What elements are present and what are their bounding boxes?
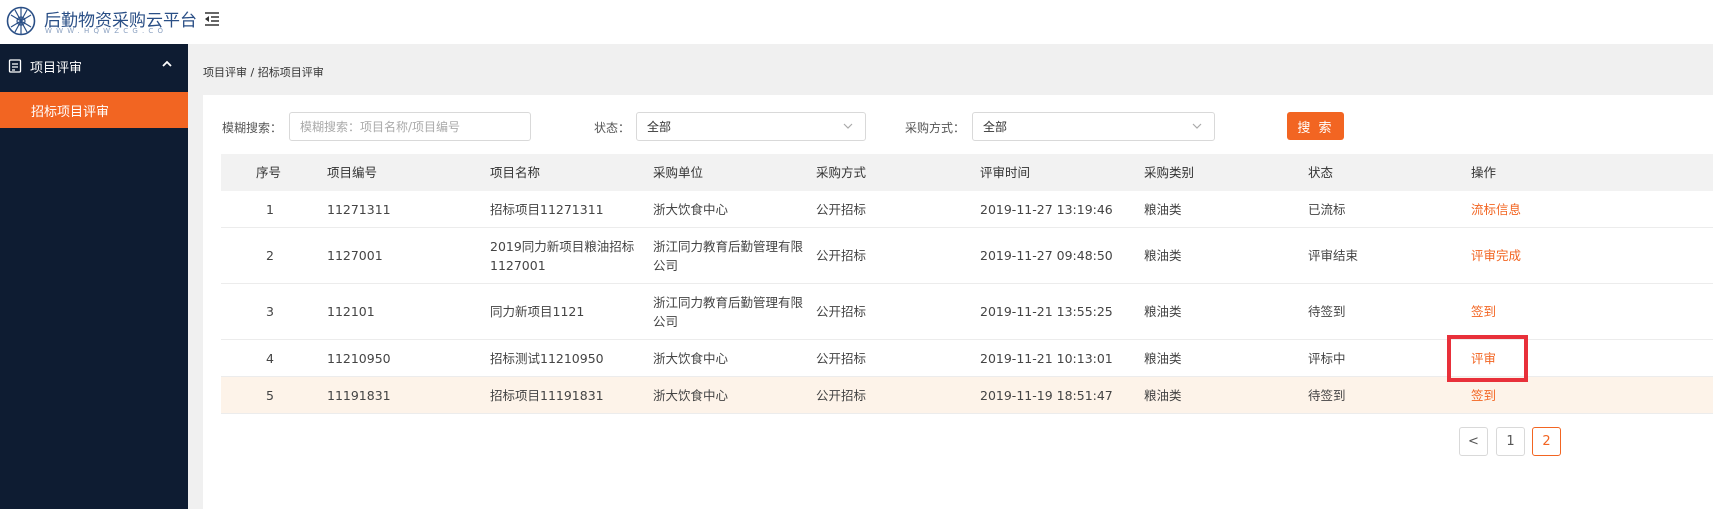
cell-no: 2 [266,248,274,263]
purchase-method-select[interactable]: 全部 [972,112,1215,141]
cell-method: 公开招标 [816,350,867,366]
cell-no: 3 [266,304,274,319]
cell-status: 已流标 [1308,201,1346,217]
column-header-action: 操作 [1471,165,1497,180]
status-select-value: 全部 [647,120,672,134]
chevron-down-icon [843,123,853,129]
column-header-time: 评审时间 [980,165,1031,180]
column-header-category: 采购类别 [1144,165,1195,180]
column-header-name: 项目名称 [490,165,541,180]
column-header-status: 状态 [1308,165,1334,180]
cell-method: 公开招标 [816,304,867,319]
pagination-page-1[interactable]: 1 [1496,427,1525,456]
pagination-page-2[interactable]: 2 [1532,427,1561,456]
menu-fold-icon[interactable] [203,10,221,28]
status-label: 状态： [594,121,631,135]
action-link[interactable]: 签到 [1471,302,1496,321]
cell-no: 1 [266,201,274,217]
column-header-unit: 采购单位 [653,165,704,180]
cell-category: 粮油类 [1144,304,1182,319]
cell-code: 112101 [327,304,375,319]
table-row: 5 11191831 招标项目11191831 浙大饮食中心 公开招标 2019… [221,377,1713,414]
chevron-down-icon [1192,123,1202,129]
cell-status: 评标中 [1308,350,1346,366]
cell-time: 2019-11-21 13:55:25 [980,304,1113,319]
highlight-annotation-box [1447,335,1528,382]
fuzzy-search-label: 模糊搜索： [222,121,283,135]
brand-subtitle: WWW.HQWZCG.CO [45,27,168,35]
document-icon [8,59,22,73]
cell-unit: 浙江同力教育后勤管理有限公司 [653,294,804,329]
action-link[interactable]: 签到 [1471,386,1496,405]
cell-code: 1127001 [327,248,383,263]
cell-no: 4 [266,350,274,366]
cell-name: 招标项目11191831 [490,387,604,403]
cell-no: 5 [266,387,274,403]
cell-unit: 浙大饮食中心 [653,201,729,217]
breadcrumb: 项目评审 / 招标项目评审 [203,66,324,79]
cell-status: 待签到 [1308,304,1346,319]
purchase-method-select-value: 全部 [983,120,1008,134]
cell-category: 粮油类 [1144,350,1182,366]
fuzzy-search-input[interactable]: 模糊搜索：项目名称/项目编号 [289,112,531,141]
action-link[interactable]: 流标信息 [1471,200,1521,219]
sidebar-group-project-review[interactable]: 项目评审 [0,44,188,88]
cell-code: 11191831 [327,387,391,403]
cell-category: 粮油类 [1144,248,1182,263]
cell-category: 粮油类 [1144,387,1182,403]
top-header: 后勤物资采购云平台 WWW.HQWZCG.CO [0,0,1713,44]
sidebar: 项目评审 招标项目评审 [0,44,188,509]
cell-name: 同力新项目1121 [490,304,585,319]
cell-name: 招标项目11271311 [490,201,604,217]
cell-unit: 浙大饮食中心 [653,350,729,366]
action-link[interactable]: 评审完成 [1471,246,1521,265]
column-header-no: 序号 [256,165,282,180]
logo-icon [6,6,36,36]
cell-code: 11210950 [327,350,391,366]
sidebar-group-label: 项目评审 [30,60,83,76]
cell-code: 11271311 [327,201,391,217]
cell-time: 2019-11-19 18:51:47 [980,387,1113,403]
cell-category: 粮油类 [1144,201,1182,217]
cell-time: 2019-11-21 10:13:01 [980,350,1113,366]
cell-method: 公开招标 [816,248,867,263]
cell-name: 招标测试11210950 [490,350,604,366]
cell-time: 2019-11-27 09:48:50 [980,248,1113,263]
pagination-prev-button[interactable]: < [1459,427,1488,456]
cell-method: 公开招标 [816,387,867,403]
table-row: 3 112101 同力新项目1121 浙江同力教育后勤管理有限公司 公开招标 2… [221,284,1713,340]
column-header-method: 采购方式 [816,165,867,180]
cell-method: 公开招标 [816,201,867,217]
cell-name: 2019同力新项目粮油招标 1127001 [490,238,635,273]
purchase-method-label: 采购方式： [905,121,966,135]
table-header: 序号 项目编号 项目名称 采购单位 采购方式 评审时间 采购类别 状态 操作 [221,154,1713,191]
chevron-up-icon [162,60,172,67]
cell-unit: 浙江同力教育后勤管理有限公司 [653,238,804,273]
sidebar-item-tender-review[interactable]: 招标项目评审 [0,92,188,128]
column-header-code: 项目编号 [327,165,378,180]
table-row: 1 11271311 招标项目11271311 浙大饮食中心 公开招标 2019… [221,191,1713,228]
search-button[interactable]: 搜 索 [1287,112,1344,140]
cell-time: 2019-11-27 13:19:46 [980,201,1113,217]
cell-status: 待签到 [1308,387,1346,403]
status-select[interactable]: 全部 [636,112,866,141]
cell-status: 评审结束 [1308,248,1359,263]
cell-unit: 浙大饮食中心 [653,387,729,403]
table-row: 2 1127001 2019同力新项目粮油招标 1127001 浙江同力教育后勤… [221,228,1713,284]
